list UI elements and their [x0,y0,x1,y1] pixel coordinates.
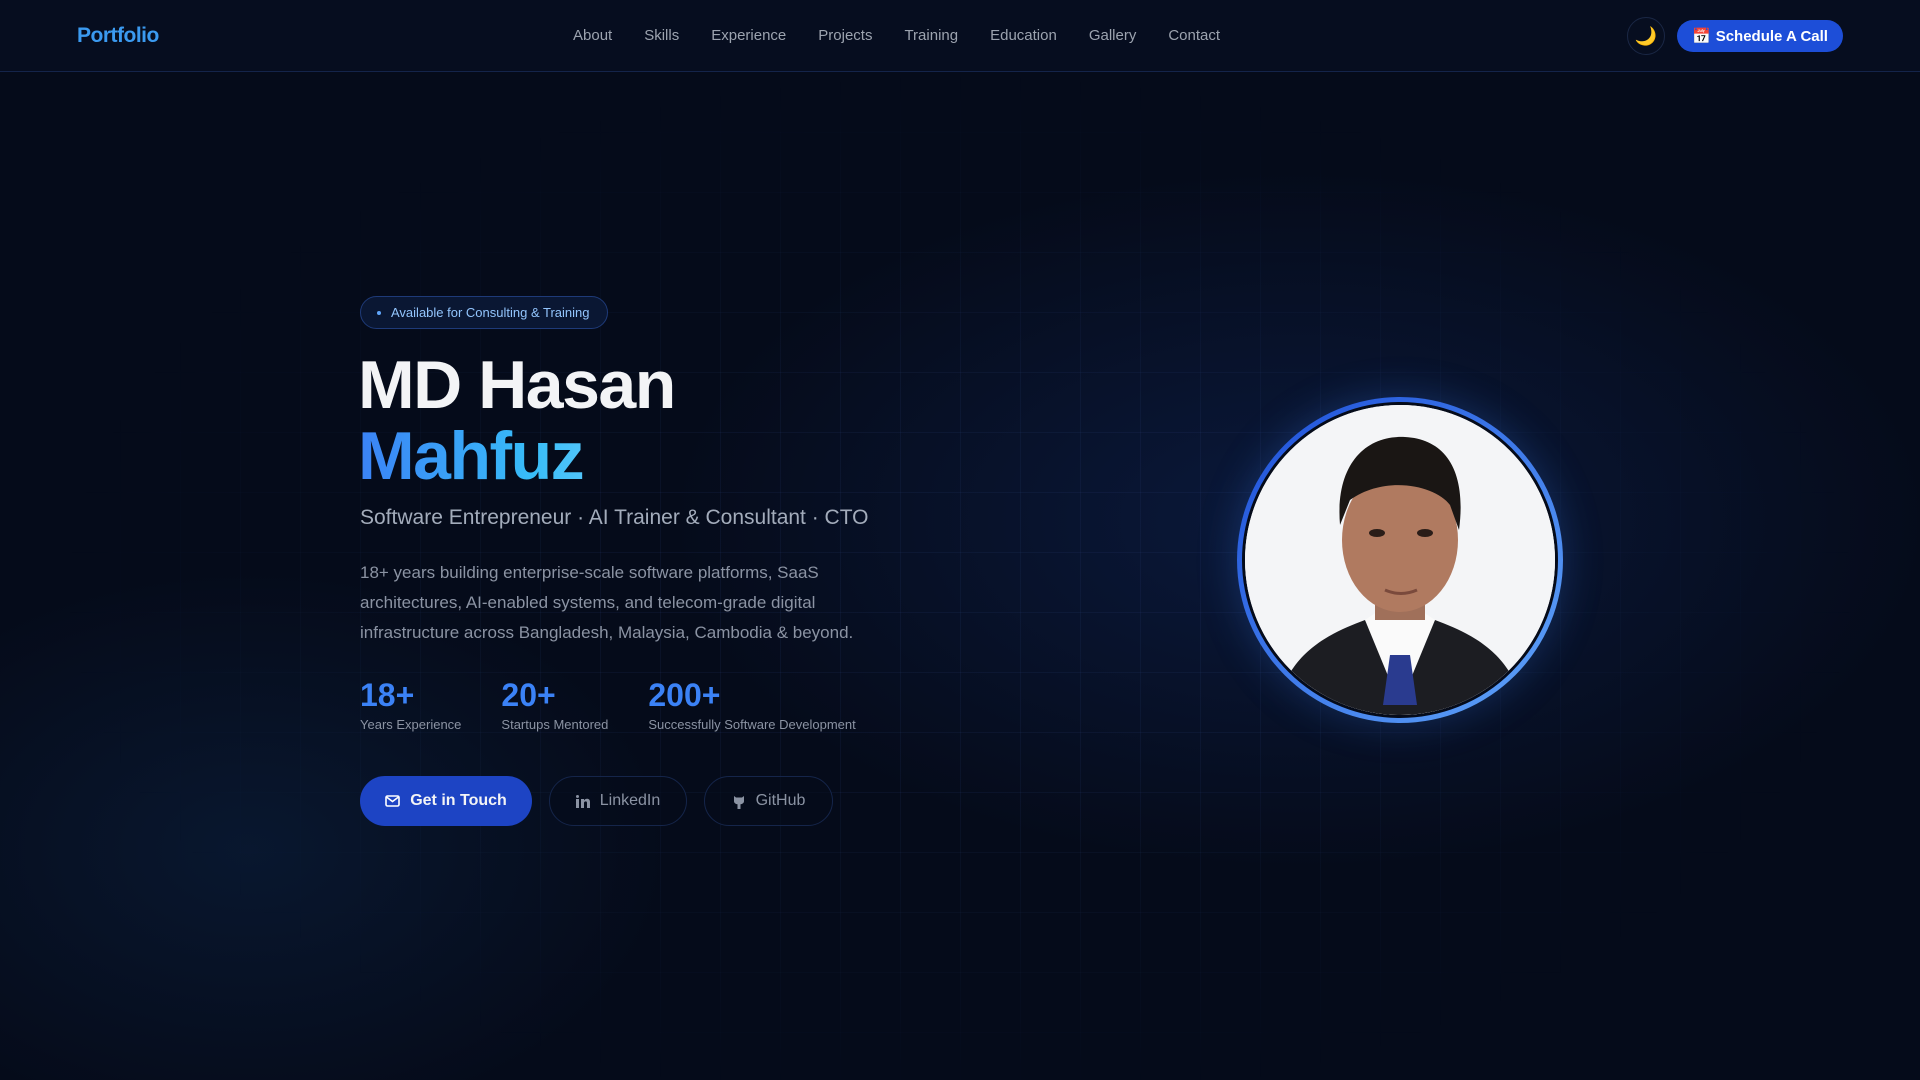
portrait-image [1245,405,1555,715]
name-first: MD Hasan [358,347,676,423]
nav-projects[interactable]: Projects [818,27,872,44]
stat-value: 18+ [360,677,415,713]
nav-about[interactable]: About [573,27,612,44]
stat-years: 18+ Years Experience [360,676,461,732]
linkedin-label: LinkedIn [599,792,661,809]
hero-role: Software Entrepreneur · AI Trainer & Con… [360,506,869,529]
stat-value: 200+ [648,677,721,713]
hero-description: 18+ years building enterprise-scale soft… [360,563,854,642]
stat-label: Years Experience [360,717,462,732]
hero-name: MD Hasan Mahfuz [358,347,676,492]
name-last: Mahfuz [358,421,675,492]
navbar: Portfolio About Skills Experience Projec… [0,0,1920,72]
get-in-touch-label: Get in Touch [410,792,507,809]
nav-education[interactable]: Education [990,27,1057,44]
stat-label: Successfully Software Development [648,717,856,732]
availability-badge: Available for Consulting & Training [360,296,608,329]
profile-photo [1237,397,1563,723]
badge-text: Available for Consulting & Training [391,305,590,320]
nav-training[interactable]: Training [904,27,958,44]
github-icon [733,795,744,809]
mail-icon [385,795,401,807]
get-in-touch-button[interactable]: Get in Touch [360,776,532,826]
stat-label: Startups Mentored [501,717,609,732]
nav-gallery[interactable]: Gallery [1089,27,1137,44]
stat-value: 20+ [501,677,556,713]
linkedin-button[interactable]: LinkedIn [549,776,687,826]
status-dot-icon [377,310,381,315]
hero-actions: Get in Touch LinkedIn GitHub [360,776,833,826]
nav-experience[interactable]: Experience [711,27,786,44]
nav-skills[interactable]: Skills [644,27,679,44]
logo[interactable]: Portfolio [77,24,159,48]
calendar-icon: 📅 [1692,28,1711,45]
stats: 18+ Years Experience 20+ Startups Mentored… [360,676,856,732]
theme-toggle-button[interactable]: 🌙 [1627,17,1665,55]
nav-contact[interactable]: Contact [1168,27,1220,44]
github-label: GitHub [755,792,806,809]
github-button[interactable]: GitHub [704,776,833,826]
moon-icon: 🌙 [1634,25,1658,46]
stat-startups: 20+ Startups Mentored [501,676,608,732]
schedule-call-button[interactable]: 📅 Schedule A Call [1677,20,1843,52]
background-grid [0,72,1920,1080]
schedule-call-label: Schedule A Call [1715,27,1828,45]
stat-software: 200+ Successfully Software Development [648,676,855,732]
nav-links: About Skills Experience Projects Trainin… [573,27,1220,44]
linkedin-icon [575,794,590,808]
